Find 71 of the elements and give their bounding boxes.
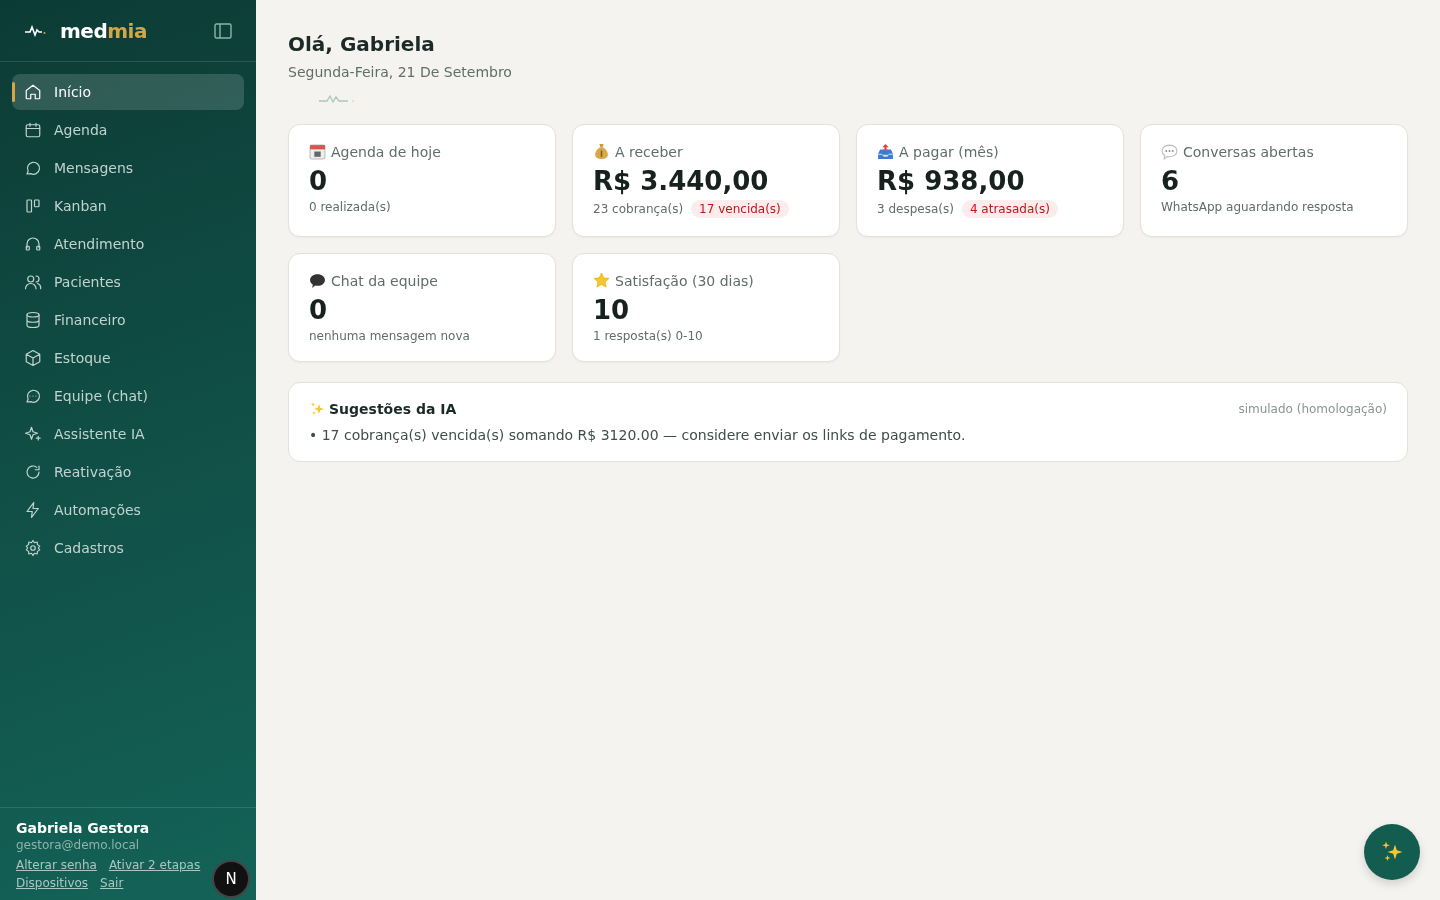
card-title: Conversas abertas: [1183, 143, 1314, 160]
greeting-title: Olá, Gabriela: [288, 32, 436, 56]
settings-icon: [24, 539, 42, 557]
nav-item[interactable]: Equipe (chat): [12, 378, 244, 414]
card-note: WhatsApp aguardando resposta: [1161, 200, 1354, 214]
nav-item[interactable]: Mensagens: [12, 150, 244, 186]
card-value: 10: [593, 295, 631, 325]
nav-item[interactable]: Assistente IA: [12, 416, 244, 452]
card-note: 23 cobrança(s): [593, 202, 684, 216]
card-title: Agenda de hoje: [331, 143, 441, 160]
users-icon: [24, 273, 42, 291]
dev-tools-badge[interactable]: N: [212, 860, 250, 898]
card-title: A pagar (mês): [899, 143, 999, 160]
star-icon: [593, 272, 610, 289]
card-title: A receber: [615, 143, 683, 160]
sparkles-icon: [309, 401, 325, 417]
user-name: Gabriela Gestora: [16, 820, 151, 836]
nav-item[interactable]: Início: [12, 74, 244, 110]
card-note: 3 despesa(s): [877, 202, 954, 216]
nav-item[interactable]: Atendimento: [12, 226, 244, 262]
speech-bubble-icon: [309, 272, 326, 289]
suggestion-text: • 17 cobrança(s) vencida(s) somando R$ 3120.00 — considere enviar os links de pagamento.: [309, 427, 967, 443]
cube-icon: [24, 349, 42, 367]
database-icon: [24, 311, 42, 329]
home-icon: [24, 83, 42, 101]
account-link[interactable]: Sair: [100, 876, 124, 890]
calendar-icon: [309, 143, 326, 160]
nav-item[interactable]: Estoque: [12, 340, 244, 376]
account-link[interactable]: Alterar senha: [16, 858, 97, 872]
account-link[interactable]: Dispositivos: [16, 876, 89, 890]
pulse-icon: [318, 94, 356, 104]
user-email: gestora@demo.local: [16, 838, 141, 852]
nav-item[interactable]: Pacientes: [12, 264, 244, 300]
card-note: 1 resposta(s) 0-10: [593, 329, 703, 343]
columns-icon: [24, 197, 42, 215]
nav-item[interactable]: Automações: [12, 492, 244, 528]
alert-badge: 4 atrasada(s): [961, 200, 1058, 218]
speech-bubble-icon: [1161, 143, 1178, 160]
nav-item[interactable]: Cadastros: [12, 530, 244, 566]
card-title: Chat da equipe: [331, 272, 438, 289]
date-text: Segunda-Feira, 21 De Setembro: [288, 64, 513, 80]
card-value: 0: [309, 295, 329, 325]
nav-item[interactable]: Agenda: [12, 112, 244, 148]
chat-dots-icon: [24, 387, 42, 405]
card-title: Satisfação (30 dias): [615, 272, 754, 289]
suggestions-title: Sugestões da IA: [329, 401, 457, 417]
refresh-icon: [24, 463, 42, 481]
nav-item[interactable]: Kanban: [12, 188, 244, 224]
money-bag-icon: [593, 143, 610, 160]
card-value: R$ 3.440,00: [593, 166, 770, 196]
lightning-icon: [24, 501, 42, 519]
mode-label: simulado (homologação): [1238, 402, 1387, 416]
card-value: 0: [309, 166, 329, 196]
card-note: 0 realizada(s): [309, 200, 391, 214]
card-value: 6: [1161, 166, 1181, 196]
chat-bubble-icon: [24, 159, 42, 177]
assistant-button[interactable]: [1364, 824, 1420, 880]
alert-badge: 17 vencida(s): [691, 200, 789, 218]
sparkle-icon: [24, 425, 42, 443]
brand-logo: medmia: [60, 18, 147, 43]
calendar-icon: [24, 121, 42, 139]
headset-icon: [24, 235, 42, 253]
sidebar-toggle-icon[interactable]: [214, 22, 232, 39]
pulse-logo-icon: [24, 24, 46, 37]
outbox-tray-icon: [877, 143, 894, 160]
nav-item[interactable]: Financeiro: [12, 302, 244, 338]
sparkles-icon: [1380, 840, 1404, 864]
nav-item[interactable]: Reativação: [12, 454, 244, 490]
card-note: nenhuma mensagem nova: [309, 329, 470, 343]
card-value: R$ 938,00: [877, 166, 1026, 196]
account-link[interactable]: Ativar 2 etapas: [108, 858, 201, 872]
